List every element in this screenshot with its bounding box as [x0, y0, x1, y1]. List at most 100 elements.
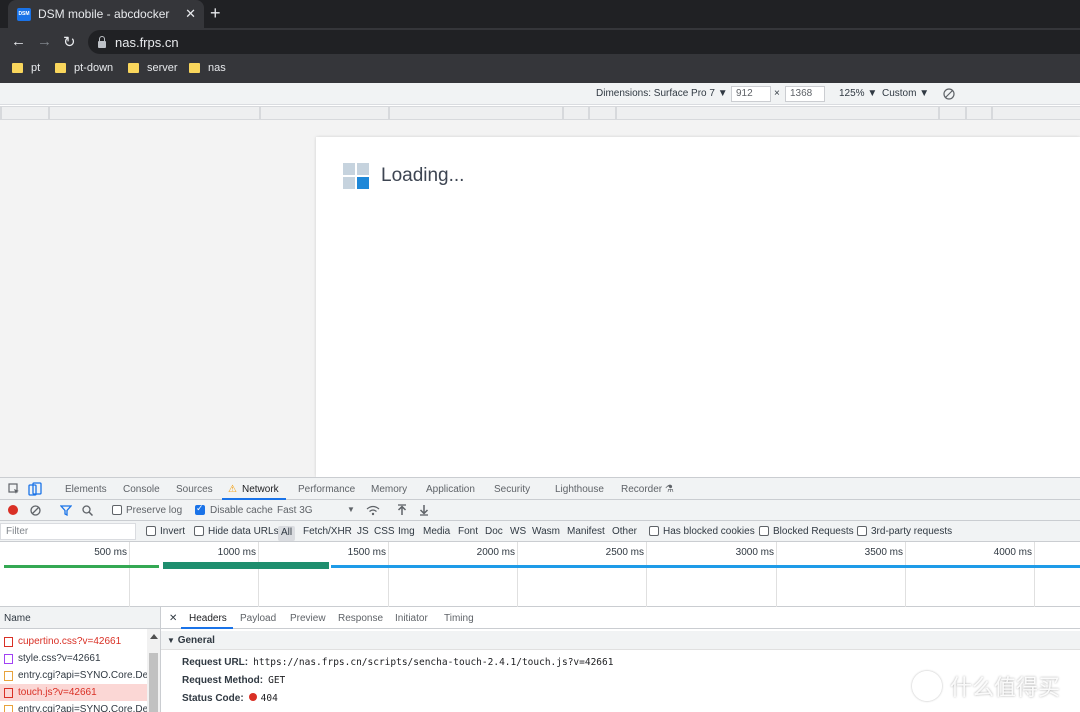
blocked-requests-checkbox[interactable] — [759, 526, 769, 536]
tab-console[interactable]: Console — [123, 484, 160, 495]
chevron-down-icon: ▼ — [919, 88, 930, 99]
tab-title: DSM mobile - abcdocker — [38, 7, 170, 21]
request-method-row: Request Method: GET — [182, 675, 285, 686]
throttling-select[interactable]: Fast 3G — [277, 505, 313, 516]
close-icon[interactable]: ✕ — [169, 613, 177, 624]
media-query-ruler[interactable] — [0, 106, 1080, 120]
filter-type-media[interactable]: Media — [423, 526, 450, 537]
file-icon — [4, 670, 13, 681]
folder-icon — [128, 63, 139, 73]
scroll-up-icon[interactable] — [150, 634, 158, 639]
dimensions-select[interactable]: Dimensions: Surface Pro 7 ▼ — [596, 88, 728, 99]
request-row[interactable]: style.css?v=42661 — [0, 650, 147, 667]
bookmark-nas[interactable]: nas — [189, 62, 226, 74]
third-party-checkbox[interactable] — [857, 526, 867, 536]
tab-elements[interactable]: Elements — [65, 484, 107, 495]
tab-initiator[interactable]: Initiator — [395, 613, 428, 624]
watermark-logo-icon — [912, 671, 942, 701]
width-input[interactable]: 912 — [731, 86, 771, 102]
filter-icon[interactable] — [60, 505, 72, 516]
zoom-select[interactable]: 125% ▼ — [839, 88, 877, 99]
tab-sources[interactable]: Sources — [176, 484, 213, 495]
timeline-bar — [163, 562, 329, 569]
tab-preview[interactable]: Preview — [290, 613, 326, 624]
filter-type-all[interactable]: All — [278, 526, 296, 541]
request-row[interactable]: entry.cgi?api=SYNO.Core.Desktop — [0, 701, 147, 712]
record-icon[interactable] — [8, 505, 18, 515]
new-tab-button[interactable]: + — [210, 3, 221, 24]
tab-network[interactable]: Network — [242, 484, 279, 495]
forward-arrow-icon[interactable]: → — [37, 33, 52, 50]
device-toolbar: Dimensions: Surface Pro 7 ▼ 912 × 1368 1… — [0, 83, 1080, 105]
bookmark-label: pt — [31, 62, 41, 74]
close-icon[interactable]: ✕ — [185, 6, 196, 22]
address-bar[interactable]: nas.frps.cn — [88, 30, 1080, 54]
timeline-bar — [331, 565, 1080, 568]
throttle-select[interactable]: Custom ▼ — [882, 88, 929, 99]
request-row[interactable]: entry.cgi?api=SYNO.Core.Desktop — [0, 667, 147, 684]
warning-icon: ⚠ — [228, 484, 237, 495]
url-text: nas.frps.cn — [115, 34, 179, 50]
request-name: entry.cgi?api=SYNO.Core.Desktop — [18, 670, 147, 681]
tab-headers[interactable]: Headers — [189, 613, 227, 624]
rotate-icon[interactable] — [943, 88, 955, 100]
browser-tab[interactable]: DSM DSM mobile - abcdocker ✕ — [8, 0, 204, 28]
request-row[interactable]: cupertino.css?v=42661 — [0, 633, 147, 650]
name-column-header[interactable]: Name — [0, 607, 160, 629]
filter-type-js[interactable]: JS — [357, 526, 369, 537]
filter-type-manifest[interactable]: Manifest — [567, 526, 605, 537]
bookmark-pt-down[interactable]: pt-down — [55, 62, 113, 74]
invert-checkbox[interactable] — [146, 526, 156, 536]
scrollbar-thumb[interactable] — [149, 653, 158, 712]
tab-recorder[interactable]: Recorder ⚗ — [621, 484, 674, 495]
filter-type-font[interactable]: Font — [458, 526, 478, 537]
general-section-header[interactable]: ▼ General — [161, 631, 1080, 650]
tick-label: 2500 ms — [605, 547, 644, 558]
filter-type-wasm[interactable]: Wasm — [532, 526, 560, 537]
filter-type-ws[interactable]: WS — [510, 526, 526, 537]
zoom-label: 125% — [839, 88, 865, 99]
disable-cache-checkbox[interactable] — [195, 503, 205, 515]
tab-memory[interactable]: Memory — [371, 484, 407, 495]
tab-performance[interactable]: Performance — [298, 484, 355, 495]
search-icon[interactable] — [82, 505, 93, 516]
bookmark-server[interactable]: server — [128, 62, 178, 74]
inspect-element-icon[interactable] — [8, 483, 20, 495]
file-icon — [4, 704, 13, 712]
bookmark-label: server — [147, 62, 178, 74]
filter-type-doc[interactable]: Doc — [485, 526, 503, 537]
tick-label: 1000 ms — [217, 547, 256, 558]
tab-application[interactable]: Application — [426, 484, 475, 495]
tab-response[interactable]: Response — [338, 613, 383, 624]
request-row[interactable]: touch.js?v=42661 — [0, 684, 147, 701]
reload-icon[interactable]: ↻ — [63, 33, 76, 51]
tick-label: 3500 ms — [864, 547, 903, 558]
network-overview-timeline[interactable]: 500 ms 1000 ms 1500 ms 2000 ms 2500 ms 3… — [0, 542, 1080, 607]
tab-payload[interactable]: Payload — [240, 613, 276, 624]
export-har-icon[interactable] — [419, 504, 429, 516]
details-tab-bar: ✕ Headers Payload Preview Response Initi… — [161, 607, 1080, 629]
tab-lighthouse[interactable]: Lighthouse — [555, 484, 604, 495]
hide-data-urls-checkbox[interactable] — [194, 526, 204, 536]
filter-type-css[interactable]: CSS — [374, 526, 395, 537]
filter-type-img[interactable]: Img — [398, 526, 415, 537]
back-arrow-icon[interactable]: ← — [11, 33, 26, 50]
network-conditions-icon[interactable] — [366, 505, 380, 516]
bookmark-pt[interactable]: pt — [12, 62, 40, 74]
import-har-icon[interactable] — [397, 504, 407, 516]
has-blocked-cookies-checkbox[interactable] — [649, 526, 659, 536]
scrollbar[interactable] — [147, 629, 160, 712]
tab-timing[interactable]: Timing — [444, 613, 474, 624]
filter-input[interactable]: Filter — [0, 523, 136, 540]
preserve-log-checkbox[interactable] — [112, 505, 122, 515]
clear-icon[interactable] — [30, 505, 41, 516]
filter-type-other[interactable]: Other — [612, 526, 637, 537]
chevron-down-icon[interactable]: ▼ — [347, 505, 355, 514]
filter-type-fetch[interactable]: Fetch/XHR — [303, 526, 352, 537]
height-input[interactable]: 1368 — [785, 86, 825, 102]
tick-label: 2000 ms — [476, 547, 515, 558]
device-toggle-icon[interactable] — [28, 482, 42, 496]
times-sign: × — [774, 88, 780, 99]
tick-label: 500 ms — [94, 547, 127, 558]
tab-security[interactable]: Security — [494, 484, 530, 495]
